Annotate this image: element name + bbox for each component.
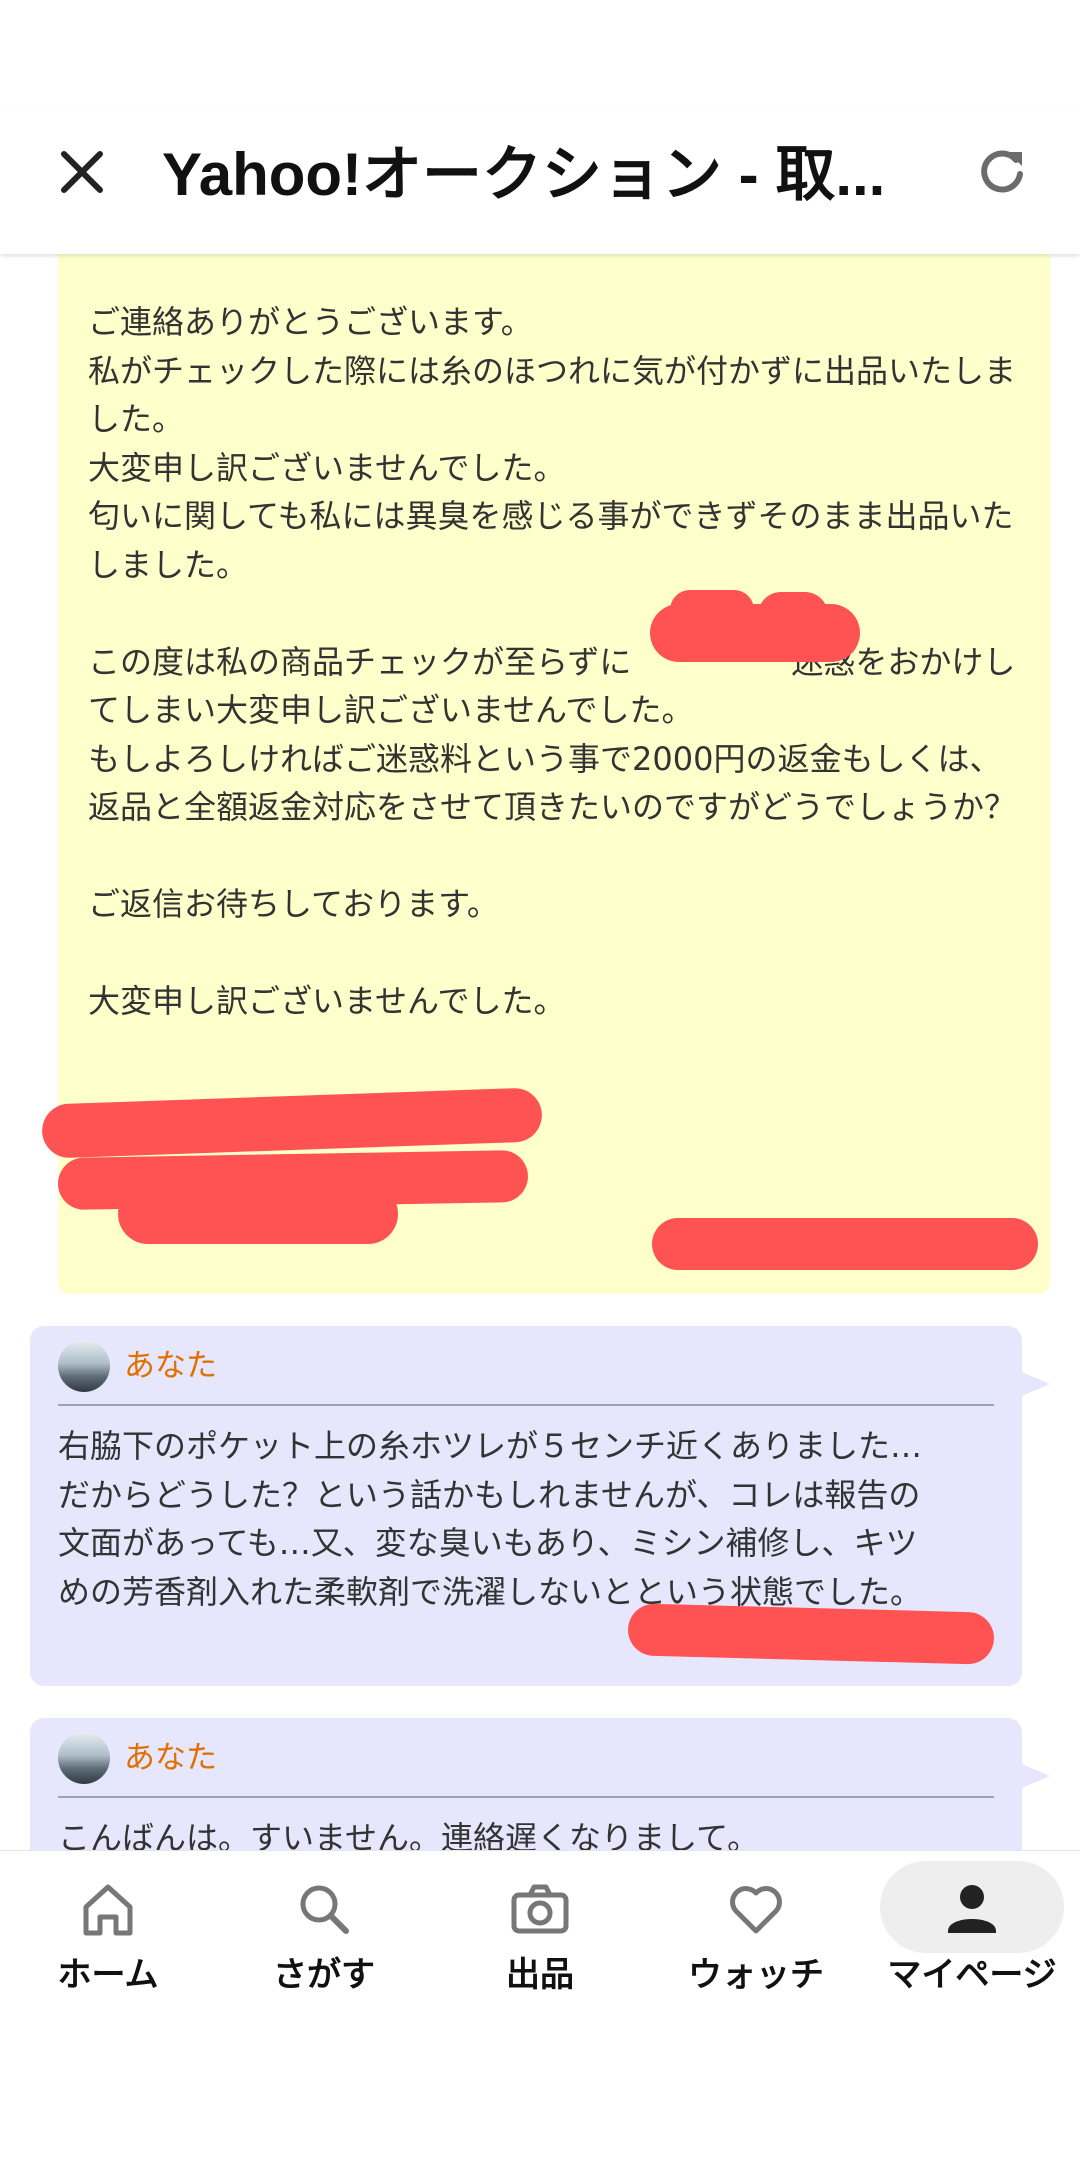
reload-icon bbox=[981, 150, 1023, 193]
nav-label: マイページ bbox=[887, 1955, 1057, 1995]
sender-name: あなた bbox=[124, 1740, 217, 1776]
redaction-mark bbox=[41, 1087, 543, 1159]
page-title: Yahoo!オークション - 取... bbox=[162, 141, 886, 208]
status-bar-area bbox=[0, 0, 1080, 112]
message-text: 右脇下のポケット上の糸ホツレが５センチ近くありました… だからどうした？という話… bbox=[58, 1427, 923, 1611]
avatar bbox=[58, 1340, 110, 1392]
bubble-tail bbox=[1022, 1372, 1050, 1396]
camera-icon bbox=[511, 1884, 569, 1934]
nav-label: 出品 bbox=[506, 1955, 574, 1995]
redaction-mark bbox=[627, 1603, 995, 1665]
app-header: Yahoo!オークション - 取... bbox=[0, 112, 1080, 254]
nav-item-watch[interactable]: ウォッチ bbox=[656, 1851, 856, 1995]
avatar bbox=[58, 1732, 110, 1784]
redaction-mark bbox=[758, 592, 828, 638]
nav-label: ウォッチ bbox=[688, 1955, 824, 1995]
my-message: あなた 右脇下のポケット上の糸ホツレが５センチ近くありました… だからどうした？… bbox=[30, 1326, 1050, 1686]
sender-name: あなた bbox=[124, 1348, 217, 1384]
close-button[interactable] bbox=[46, 136, 118, 208]
divider bbox=[58, 1404, 994, 1406]
heart-icon bbox=[730, 1886, 782, 1934]
redaction-mark bbox=[118, 1184, 398, 1244]
search-icon bbox=[300, 1885, 349, 1934]
redaction-mark bbox=[652, 1218, 1038, 1270]
message-text: こんばんは。すいません。連絡遅くなりまして。 bbox=[58, 1819, 760, 1850]
nav-label: さがす bbox=[273, 1955, 375, 1995]
person-icon bbox=[948, 1885, 996, 1933]
seller-message-text: ご連絡ありがとうございます。 私がチェックした際には糸のほつれに気が付かずに出品… bbox=[88, 303, 1017, 1020]
reload-button[interactable] bbox=[964, 134, 1040, 210]
close-icon bbox=[61, 151, 103, 193]
my-message: あなた こんばんは。すいません。連絡遅くなりまして。 bbox=[30, 1718, 1050, 1850]
divider bbox=[58, 1796, 994, 1798]
nav-item-mypage[interactable]: マイページ bbox=[872, 1851, 1072, 1995]
seller-message: ご連絡ありがとうございます。 私がチェックした際には糸のほつれに気が付かずに出品… bbox=[41, 254, 1050, 1294]
redaction-mark bbox=[670, 590, 754, 630]
nav-label: ホーム bbox=[57, 1955, 159, 1995]
nav-item-home[interactable]: ホーム bbox=[8, 1851, 208, 1995]
bottom-navigation: ホーム さがす 出品 ウォッチ マイページ bbox=[0, 1850, 1080, 2161]
nav-item-search[interactable]: さがす bbox=[224, 1851, 424, 1995]
bubble-tail bbox=[1022, 1764, 1050, 1788]
nav-item-sell[interactable]: 出品 bbox=[440, 1851, 640, 1995]
home-icon bbox=[83, 1884, 133, 1936]
message-thread[interactable]: ご連絡ありがとうございます。 私がチェックした際には糸のほつれに気が付かずに出品… bbox=[0, 254, 1080, 1850]
